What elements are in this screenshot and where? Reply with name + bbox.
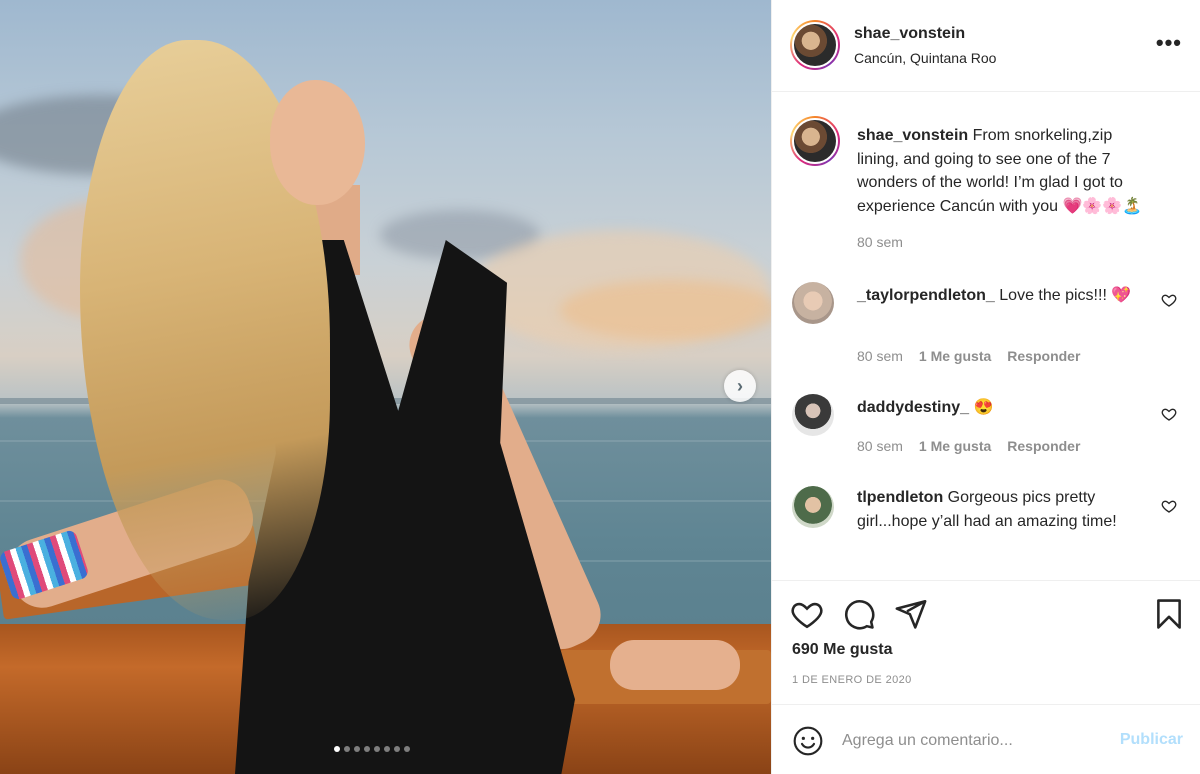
likes-count[interactable]: 690 Me gusta [792, 641, 892, 659]
commenter-avatar[interactable] [792, 282, 834, 324]
author-avatar[interactable] [790, 20, 840, 70]
carousel-dots [334, 746, 410, 752]
like-comment-heart-icon[interactable] [1161, 292, 1177, 308]
carousel-dot [404, 746, 410, 752]
comment-input[interactable] [842, 723, 1102, 759]
comment-username[interactable]: daddydestiny_ [857, 399, 969, 416]
like-comment-heart-icon[interactable] [1161, 498, 1177, 514]
carousel-next-button[interactable]: › [724, 370, 756, 402]
comment-text-block: _taylorpendleton_ Love the pics!!! 💖 [857, 284, 1147, 308]
carousel-dot [394, 746, 400, 752]
comment-text: 😍 [973, 399, 994, 416]
caption-meta: 80 sem [857, 234, 903, 250]
carousel-dot [384, 746, 390, 752]
caption-text-block: shae_vonstein From snorkeling,zip lining… [857, 124, 1147, 218]
post-header: shae_vonstein Cancún, Quintana Roo ••• [772, 0, 1200, 92]
like-comment-heart-icon[interactable] [1161, 406, 1177, 422]
heart-icon[interactable] [790, 597, 824, 631]
post-location[interactable]: Cancún, Quintana Roo [854, 50, 996, 66]
person-face [270, 80, 365, 205]
comments-list[interactable]: shae_vonstein From snorkeling,zip lining… [772, 92, 1200, 580]
carousel-dot [344, 746, 350, 752]
comment-meta: 80 sem 1 Me gusta Responder [857, 438, 1080, 454]
comment-likes[interactable]: 1 Me gusta [919, 348, 991, 364]
share-icon[interactable] [894, 597, 928, 631]
carousel-dot [364, 746, 370, 752]
comment-text-block: tlpendleton Gorgeous pics pretty girl...… [857, 486, 1147, 533]
avatar-image [792, 118, 838, 164]
avatar-image [792, 22, 838, 68]
post-side-panel: shae_vonstein Cancún, Quintana Roo ••• s… [771, 0, 1200, 774]
comment-time[interactable]: 80 sem [857, 348, 903, 364]
commenter-avatar[interactable] [792, 486, 834, 528]
post-date[interactable]: 1 DE ENERO DE 2020 [792, 674, 912, 686]
publish-button[interactable]: Publicar [1120, 731, 1183, 749]
post-actions: 690 Me gusta 1 DE ENERO DE 2020 [772, 580, 1200, 704]
person-hand [610, 640, 740, 690]
cloud [560, 280, 771, 340]
post-photo[interactable]: › [0, 0, 771, 774]
carousel-dot [334, 746, 340, 752]
carousel-dot [354, 746, 360, 752]
comment-username[interactable]: _taylorpendleton_ [857, 287, 995, 304]
comment-text-block: daddydestiny_ 😍 [857, 396, 1147, 420]
caption-username[interactable]: shae_vonstein [857, 127, 968, 144]
comment-likes[interactable]: 1 Me gusta [919, 438, 991, 454]
reply-button[interactable]: Responder [1007, 348, 1080, 364]
caption-time[interactable]: 80 sem [857, 234, 903, 250]
add-comment-bar: Publicar [772, 704, 1200, 774]
comment-icon[interactable] [842, 597, 876, 631]
author-username[interactable]: shae_vonstein [854, 25, 965, 43]
comment-username[interactable]: tlpendleton [857, 489, 943, 506]
comment-time[interactable]: 80 sem [857, 438, 903, 454]
comment-text: Love the pics!!! 💖 [999, 287, 1132, 304]
author-avatar[interactable] [790, 116, 840, 166]
reply-button[interactable]: Responder [1007, 438, 1080, 454]
more-options-icon[interactable]: ••• [1156, 32, 1182, 54]
commenter-avatar[interactable] [792, 394, 834, 436]
carousel-dot [374, 746, 380, 752]
comment-meta: 80 sem 1 Me gusta Responder [857, 348, 1080, 364]
emoji-icon[interactable] [792, 725, 824, 757]
bookmark-icon[interactable] [1152, 597, 1186, 631]
